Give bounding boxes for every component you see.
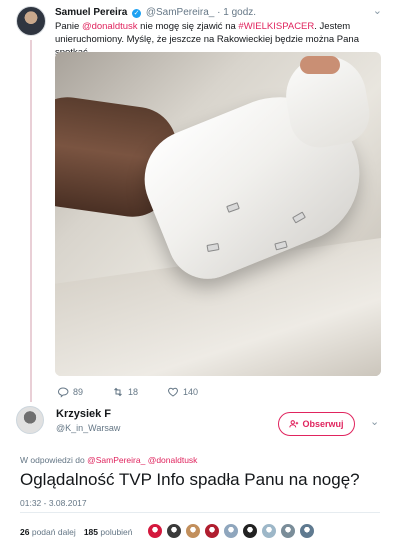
retweet-icon [114, 387, 122, 397]
retweet-count: 18 [128, 387, 139, 397]
divider [20, 512, 380, 513]
reply-to-mentions[interactable]: @SamPereira_ @donaldtusk [87, 455, 197, 465]
chevron-down-icon[interactable]: ⌄ [370, 415, 379, 428]
liker-avatar[interactable] [204, 523, 220, 539]
reply-context: W odpowiedzi do @SamPereira_ @donaldtusk [20, 455, 197, 465]
tweet-actions: 89 18 140 [57, 386, 222, 398]
display-name[interactable]: Samuel Pereira [55, 7, 127, 18]
photo-toes [300, 56, 340, 74]
tweet-text-mid: nie mogę się zjawić na [137, 21, 239, 32]
tweet-krzysiek-f: Krzysiek F @K_in_Warsaw Obserwuj ⌄ W odp… [0, 400, 400, 546]
liker-avatar[interactable] [185, 523, 201, 539]
liker-avatar[interactable] [242, 523, 258, 539]
follow-button[interactable]: Obserwuj [278, 412, 355, 436]
tweet-text-pre: Panie [55, 21, 82, 32]
tweet-text: Oglądalność TVP Info spadła Panu na nogę… [20, 470, 360, 489]
tweet-photo[interactable] [55, 52, 381, 376]
avatar[interactable] [16, 6, 46, 36]
likes-stat[interactable]: 185 polubień [84, 527, 133, 537]
retweet-action[interactable]: 18 [112, 386, 167, 398]
reply-prefix: W odpowiedzi do [20, 455, 88, 465]
retweets-stat[interactable]: 26 podań dalej [20, 527, 76, 537]
liker-avatar[interactable] [261, 523, 277, 539]
tweet-header: Samuel Pereira ✓ @SamPereira_ · 1 godz. [55, 7, 256, 18]
like-count: 185 [83, 527, 98, 537]
add-user-icon [289, 420, 299, 428]
chevron-down-icon[interactable]: ⌄ [373, 4, 382, 17]
handle[interactable]: @SamPereira_ [146, 7, 215, 18]
like-label: polubień [100, 527, 133, 537]
verified-badge-icon: ✓ [132, 9, 142, 18]
tweet-timestamp[interactable]: 01:32 - 3.08.2017 [20, 498, 87, 508]
handle[interactable]: @K_in_Warsaw [56, 423, 120, 433]
follow-label: Obserwuj [302, 419, 344, 429]
tweet-time[interactable]: · 1 godz. [217, 7, 256, 18]
retweet-label: podań dalej [31, 527, 76, 537]
reply-action[interactable]: 89 [57, 386, 112, 398]
liker-avatars [147, 523, 315, 539]
tweet-stats: 26 podań dalej 185 polubień [20, 527, 133, 537]
liker-avatar[interactable] [147, 523, 163, 539]
retweet-count: 26 [20, 527, 30, 537]
liker-avatar[interactable] [299, 523, 315, 539]
liker-avatar[interactable] [223, 523, 239, 539]
display-name[interactable]: Krzysiek F [56, 408, 111, 420]
heart-icon [168, 387, 178, 397]
tweet-samuel-pereira: Samuel Pereira ✓ @SamPereira_ · 1 godz. … [0, 0, 400, 402]
avatar[interactable] [16, 406, 44, 434]
hashtag-link[interactable]: #WIELKISPACER [238, 21, 314, 32]
like-count: 140 [183, 387, 199, 397]
liker-avatar[interactable] [166, 523, 182, 539]
mention-link[interactable]: @donaldtusk [82, 21, 138, 32]
like-action[interactable]: 140 [167, 386, 222, 398]
reply-count: 89 [73, 387, 84, 397]
liker-avatar[interactable] [280, 523, 296, 539]
thread-connector-line [30, 40, 32, 402]
reply-icon [57, 387, 69, 398]
